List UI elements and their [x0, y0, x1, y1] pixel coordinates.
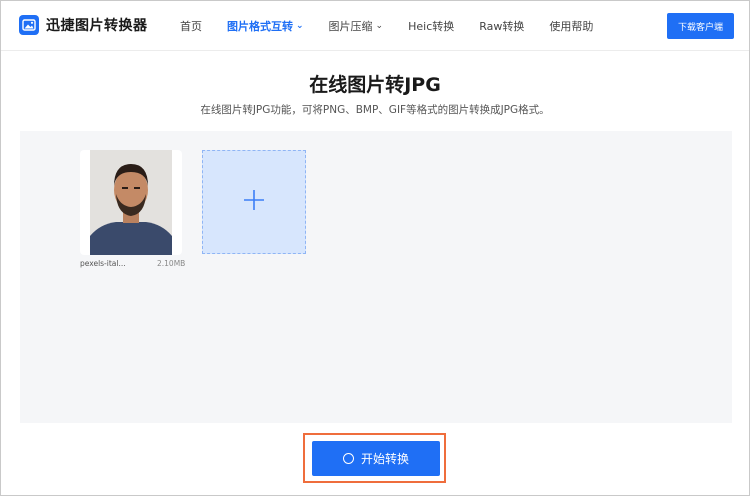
- chevron-down-icon: ⌄: [296, 21, 304, 31]
- nav-item-label: 图片压缩: [328, 20, 373, 33]
- file-card[interactable]: [80, 150, 182, 255]
- nav-item-compress[interactable]: 图片压缩 ⌄: [329, 18, 384, 34]
- download-client-button[interactable]: 下载客户端: [667, 13, 734, 39]
- file-thumbnail: [90, 150, 172, 255]
- nav-item-label: 使用帮助: [549, 20, 594, 33]
- top-header: 迅捷图片转换器 首页 图片格式互转 ⌄ 图片压缩 ⌄ Heic转换 Raw转换 …: [1, 1, 749, 51]
- nav-item-label: 首页: [180, 20, 202, 33]
- plus-icon: [243, 189, 265, 215]
- nav-item-format-convert[interactable]: 图片格式互转 ⌄: [227, 18, 304, 34]
- start-convert-button[interactable]: 开始转换: [312, 441, 440, 476]
- ring-icon: [342, 453, 354, 464]
- file-name: pexels-ital...: [80, 259, 126, 268]
- nav-item-home[interactable]: 首页: [180, 18, 202, 34]
- nav-item-label: 图片格式互转: [227, 20, 293, 33]
- nav-item-label: Heic转换: [408, 20, 455, 33]
- start-convert-label: 开始转换: [360, 452, 409, 466]
- page-title: 在线图片转JPG: [309, 74, 441, 96]
- main-nav: 首页 图片格式互转 ⌄ 图片压缩 ⌄ Heic转换 Raw转换 使用帮助: [180, 18, 593, 34]
- add-file-button[interactable]: [202, 150, 306, 254]
- image-icon: [19, 15, 39, 35]
- nav-item-label: Raw转换: [479, 20, 525, 33]
- chevron-down-icon: ⌄: [375, 21, 384, 31]
- app-logo[interactable]: 迅捷图片转换器: [19, 15, 148, 35]
- page-subtitle: 在线图片转JPG功能，可将PNG、BMP、GIF等格式的图片转换成JPG格式。: [200, 104, 550, 116]
- nav-item-raw[interactable]: Raw转换: [479, 18, 524, 34]
- app-name: 迅捷图片转换器: [46, 18, 148, 34]
- nav-item-help[interactable]: 使用帮助: [549, 18, 593, 34]
- nav-item-heic[interactable]: Heic转换: [408, 18, 454, 34]
- file-size: 2.10MB: [157, 259, 186, 268]
